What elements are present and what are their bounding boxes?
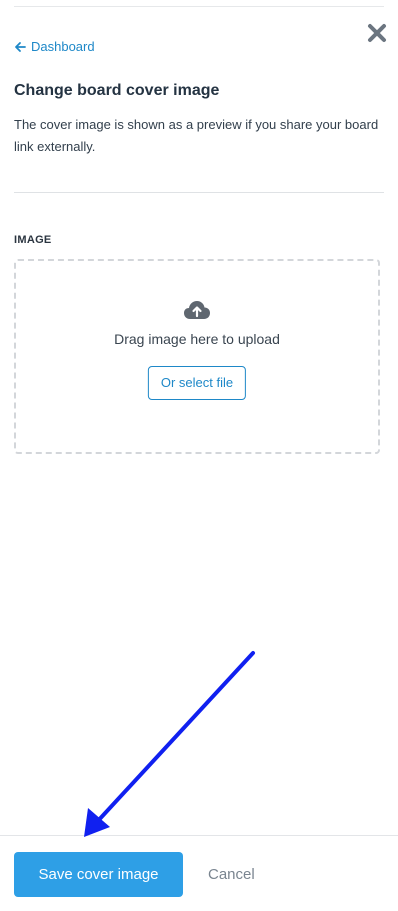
close-icon <box>368 24 386 42</box>
top-divider <box>14 6 384 7</box>
section-divider <box>14 192 384 193</box>
drag-instruction-text: Drag image here to upload <box>114 331 280 347</box>
cover-image-panel: Dashboard Change board cover image The c… <box>0 0 398 911</box>
arrow-left-icon <box>15 41 26 52</box>
page-description: The cover image is shown as a preview if… <box>14 117 379 154</box>
cloud-upload-icon <box>184 301 210 319</box>
back-link-label: Dashboard <box>31 39 95 54</box>
page-title: Change board cover image <box>14 82 220 99</box>
save-cover-image-button[interactable]: Save cover image <box>14 852 183 897</box>
select-file-button[interactable]: Or select file <box>147 366 247 400</box>
footer-divider <box>0 835 398 836</box>
image-dropzone[interactable]: Drag image here to upload Or select file <box>14 259 380 454</box>
close-button[interactable] <box>366 22 388 44</box>
image-section-label: IMAGE <box>14 234 52 246</box>
back-to-dashboard-link[interactable]: Dashboard <box>14 39 95 54</box>
cancel-button[interactable]: Cancel <box>196 852 267 897</box>
